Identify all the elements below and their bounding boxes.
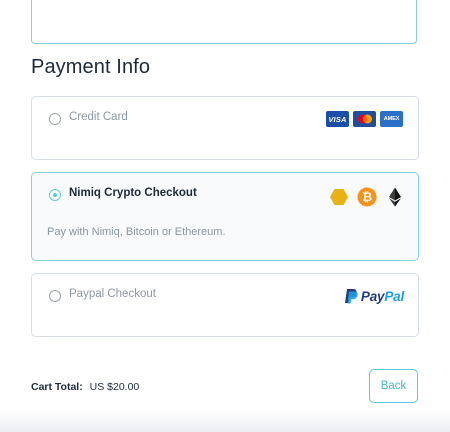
paypal-logo: PayPal	[344, 288, 404, 304]
paypal-icon	[344, 289, 358, 304]
nimiq-radio[interactable]	[49, 189, 61, 201]
cart-total-value: US $20.00	[89, 381, 140, 393]
section-title: Payment Info	[31, 56, 151, 78]
paypal-label: Paypal Checkout	[69, 288, 156, 300]
ethereum-icon	[389, 187, 401, 207]
paypal-wordmark: PayPal	[360, 288, 404, 304]
paypal-radio[interactable]	[49, 290, 61, 302]
payment-option-paypal[interactable]: Paypal Checkout PayPal	[31, 273, 419, 337]
nimiq-icon	[330, 189, 348, 205]
payment-option-nimiq[interactable]: Nimiq Crypto Checkout ₿ Pay with Nimiq, …	[31, 172, 419, 261]
card-logos: VISA AMEX	[326, 111, 403, 127]
credit-card-label: Credit Card	[69, 111, 128, 123]
crypto-logos: ₿	[329, 187, 405, 207]
nimiq-description: Pay with Nimiq, Bitcoin or Ethereum.	[47, 226, 226, 238]
bitcoin-icon: ₿	[357, 187, 377, 207]
visa-icon: VISA	[326, 111, 349, 127]
previous-section-panel	[31, 0, 417, 44]
payment-option-credit-card[interactable]: Credit Card VISA AMEX	[31, 96, 419, 160]
mastercard-icon	[353, 111, 376, 127]
cart-total-label: Cart Total:	[31, 381, 83, 393]
bottom-shadow	[0, 410, 450, 432]
nimiq-label: Nimiq Crypto Checkout	[69, 187, 197, 199]
credit-card-radio[interactable]	[49, 113, 61, 125]
svg-text:₿: ₿	[362, 190, 372, 204]
cart-total: Cart Total: US $20.00	[31, 381, 139, 393]
amex-icon: AMEX	[380, 111, 403, 127]
back-button[interactable]: Back	[369, 369, 418, 403]
